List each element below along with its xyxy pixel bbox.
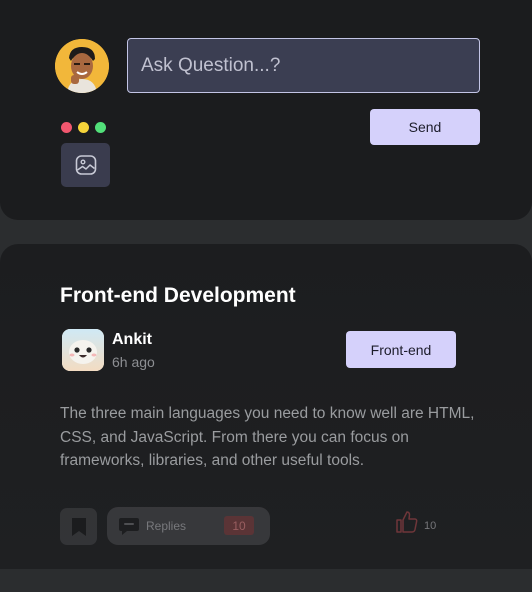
category-tag-button[interactable]: Front-end (346, 331, 456, 368)
replies-count-badge: 10 (224, 516, 254, 535)
attach-image-button[interactable] (61, 143, 110, 187)
user-avatar[interactable] (55, 39, 109, 93)
chat-bubble-icon (119, 518, 139, 535)
red-dot (61, 122, 72, 133)
author-avatar[interactable] (62, 329, 104, 371)
ask-question-card: Send (0, 0, 532, 220)
thumbs-up-icon (396, 511, 418, 533)
post-time: 6h ago (112, 354, 155, 370)
send-button[interactable]: Send (370, 109, 480, 145)
user-avatar-illustration (55, 39, 109, 93)
bookmark-button[interactable] (60, 508, 97, 545)
replies-button[interactable]: Replies 10 (107, 507, 270, 545)
image-icon (75, 155, 96, 175)
post-body: The three main languages you need to kno… (60, 405, 475, 469)
replies-label: Replies (146, 519, 187, 533)
post-title: Front-end Development (60, 284, 296, 307)
bookmark-icon (71, 517, 86, 536)
like-count: 10 (424, 520, 437, 532)
post-card: Front-end Development Ankit 6h ago Front… (0, 244, 532, 569)
like-button[interactable] (395, 510, 419, 539)
window-dots (61, 122, 106, 133)
yellow-dot (78, 122, 89, 133)
author-avatar-illustration (62, 329, 104, 371)
author-name[interactable]: Ankit (112, 331, 152, 349)
green-dot (95, 122, 106, 133)
ask-question-input[interactable] (127, 38, 480, 93)
